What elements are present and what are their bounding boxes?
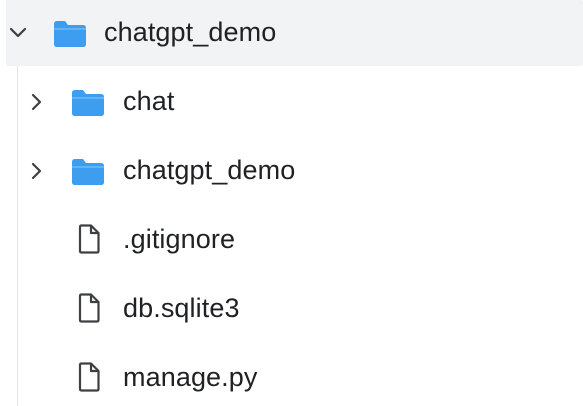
tree-item-label: .gitignore <box>123 224 236 254</box>
tree-item-file-gitignore[interactable]: .gitignore <box>0 207 583 273</box>
tree-item-root-folder[interactable]: chatgpt_demo <box>6 0 583 66</box>
tree-item-label: db.sqlite3 <box>123 293 240 323</box>
tree-item-label: chat <box>123 86 175 116</box>
chevron-down-icon[interactable] <box>8 23 28 43</box>
file-tree: chatgpt_demo chat chatgpt_demo .gitignor… <box>0 0 583 406</box>
file-icon <box>78 293 100 323</box>
tree-item-folder-chatgpt-demo[interactable]: chatgpt_demo <box>0 138 583 204</box>
tree-item-folder-chat[interactable]: chat <box>0 69 583 135</box>
tree-item-file-manage-py[interactable]: manage.py <box>0 345 583 406</box>
chevron-right-icon[interactable] <box>26 92 46 112</box>
file-icon <box>78 362 100 392</box>
file-icon <box>78 224 100 254</box>
folder-icon <box>54 21 86 47</box>
tree-item-label: manage.py <box>123 362 258 392</box>
tree-item-label: chatgpt_demo <box>104 17 277 47</box>
tree-item-label: chatgpt_demo <box>123 155 296 185</box>
folder-icon <box>72 90 104 116</box>
chevron-right-icon[interactable] <box>26 161 46 181</box>
folder-icon <box>72 159 104 185</box>
tree-item-file-db-sqlite3[interactable]: db.sqlite3 <box>0 276 583 342</box>
